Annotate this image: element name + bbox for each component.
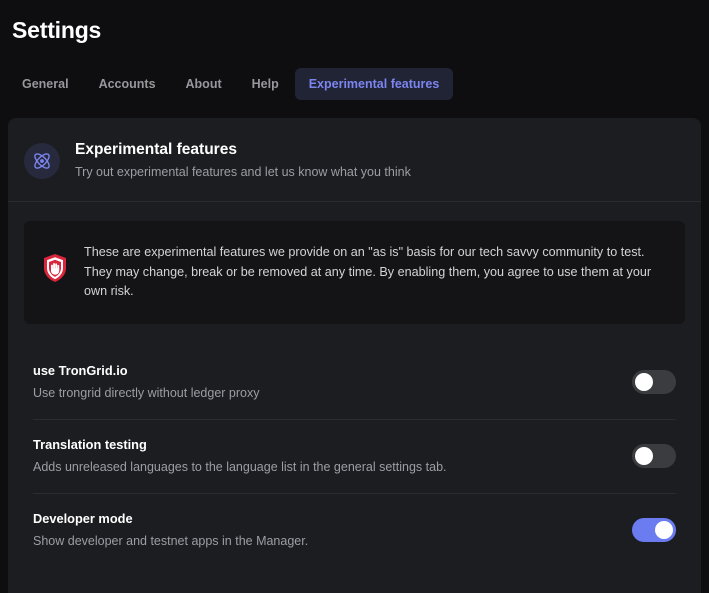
toggle-developer-mode[interactable] <box>632 517 676 542</box>
section-header: Experimental features Try out experiment… <box>8 118 701 201</box>
setting-row-developer-mode: Developer mode Show developer and testne… <box>24 494 685 567</box>
toggle-knob <box>635 446 653 465</box>
right-gutter <box>701 118 709 593</box>
setting-description-trongrid: Use trongrid directly without ledger pro… <box>33 385 260 400</box>
tab-accounts[interactable]: Accounts <box>85 68 170 100</box>
setting-description-developer-mode: Show developer and testnet apps in the M… <box>33 533 309 548</box>
setting-label-translation-testing: Translation testing <box>33 436 147 452</box>
tab-help[interactable]: Help <box>238 68 293 100</box>
setting-text-developer-mode: Developer mode Show developer and testne… <box>33 510 308 550</box>
setting-label-developer-mode: Developer mode <box>33 510 133 526</box>
atom-icon <box>24 142 60 179</box>
toggle-translation-testing[interactable] <box>632 443 676 468</box>
shield-hand-icon <box>42 253 68 283</box>
setting-description-translation-testing: Adds unreleased languages to the languag… <box>33 459 447 474</box>
warning-callout-text: These are experimental features we provi… <box>84 245 652 298</box>
warning-callout-wrapper: These are experimental features we provi… <box>8 202 701 324</box>
page-title: Settings <box>12 17 102 43</box>
experimental-settings-list: use TronGrid.io Use trongrid directly wi… <box>8 346 701 567</box>
setting-row-trongrid: use TronGrid.io Use trongrid directly wi… <box>24 346 685 419</box>
setting-text-trongrid: use TronGrid.io Use trongrid directly wi… <box>33 362 260 402</box>
toggle-knob <box>635 372 653 391</box>
settings-tabbar: General Accounts About Help Experimental… <box>0 68 709 100</box>
toggle-trongrid[interactable] <box>632 369 676 394</box>
warning-callout: These are experimental features we provi… <box>24 221 685 324</box>
tab-about[interactable]: About <box>172 68 236 100</box>
setting-label-trongrid: use TronGrid.io <box>33 362 128 378</box>
section-header-text: Experimental features Try out experiment… <box>75 140 411 181</box>
toggle-knob <box>655 520 673 539</box>
section-heading: Experimental features <box>75 141 237 158</box>
setting-text-translation-testing: Translation testing Adds unreleased lang… <box>33 436 447 476</box>
tab-general[interactable]: General <box>8 68 83 100</box>
page-header: Settings <box>0 0 709 44</box>
experimental-features-panel: Experimental features Try out experiment… <box>8 118 701 593</box>
setting-row-translation-testing: Translation testing Adds unreleased lang… <box>24 420 685 493</box>
section-subtitle: Try out experimental features and let us… <box>75 165 411 179</box>
tab-experimental-features[interactable]: Experimental features <box>294 68 454 100</box>
